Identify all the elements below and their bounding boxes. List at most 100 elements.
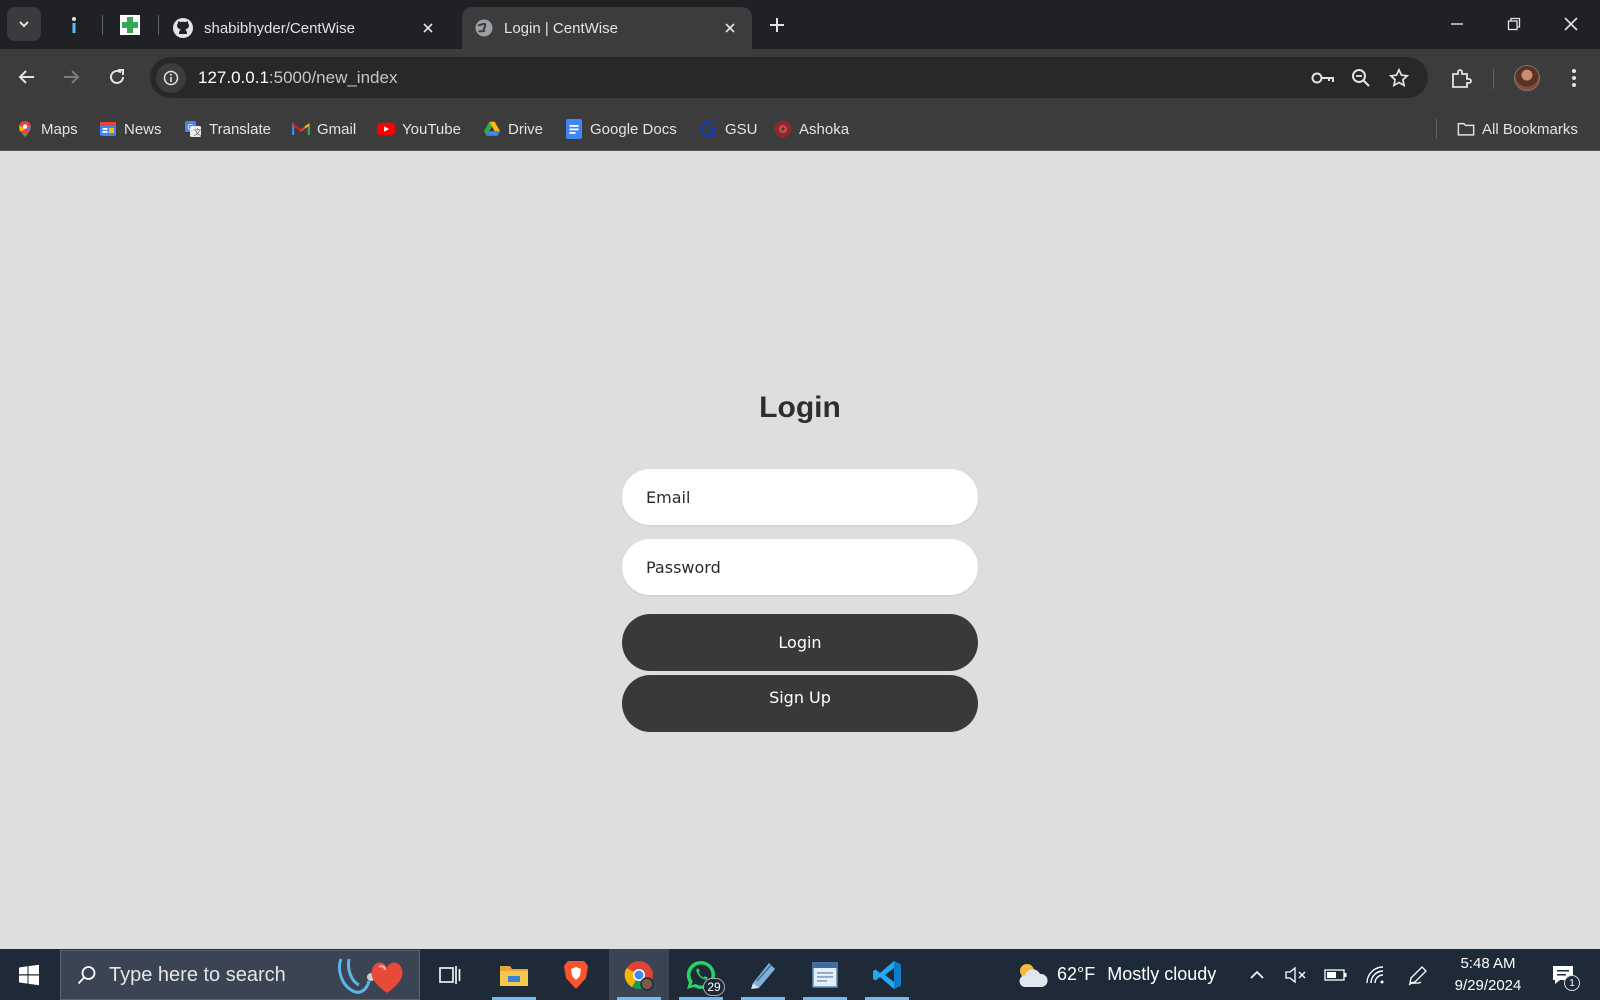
url-text[interactable]: 127.0.0.1:5000/new_index	[198, 68, 1304, 88]
password-field[interactable]	[622, 539, 978, 595]
bookmark-maps[interactable]: Maps	[16, 117, 78, 141]
info-circle-icon	[163, 70, 179, 85]
notification-count-badge: 1	[1564, 975, 1580, 991]
email-field[interactable]	[622, 469, 978, 525]
weather-description: Mostly cloudy	[1107, 964, 1217, 984]
show-hidden-icons-button[interactable]	[1243, 961, 1271, 989]
back-button[interactable]	[10, 60, 44, 94]
task-view-button[interactable]	[420, 949, 480, 1000]
chrome-icon	[624, 960, 654, 991]
stethoscope-heart-icon	[338, 958, 403, 994]
bookmark-label: News	[124, 120, 162, 138]
forward-button[interactable]	[54, 60, 88, 94]
volume-button[interactable]	[1282, 961, 1310, 989]
site-info-button[interactable]	[156, 62, 186, 93]
restore-icon	[1507, 17, 1521, 31]
pinned-tab-1[interactable]	[60, 10, 88, 40]
green-plus-icon	[120, 15, 140, 35]
vscode-icon	[873, 960, 901, 989]
taskbar-clock[interactable]: 5:48 AM 9/29/2024	[1438, 953, 1538, 997]
signup-button[interactable]: Sign Up	[622, 675, 978, 732]
all-bookmarks-button[interactable]: All Bookmarks	[1457, 117, 1578, 141]
bookmark-translate[interactable]: G文 Translate	[184, 117, 271, 141]
bookmarks-bar: Maps News G文 Translate Gmail YouTube Dri…	[0, 107, 1600, 151]
bookmark-star-button[interactable]	[1380, 62, 1418, 94]
url-path: :5000/new_index	[268, 67, 398, 87]
network-button[interactable]	[1362, 961, 1390, 989]
zoom-button[interactable]	[1342, 62, 1380, 94]
taskbar-file-explorer[interactable]	[484, 949, 544, 1000]
bookmark-gsu[interactable]: GSU	[700, 117, 758, 141]
key-icon	[1311, 72, 1334, 83]
minimize-icon	[1451, 23, 1463, 25]
bookmark-youtube[interactable]: YouTube	[377, 117, 461, 141]
star-icon	[1389, 67, 1409, 87]
taskbar-search-box[interactable]: Type here to search	[60, 950, 420, 1000]
profile-avatar[interactable]	[1514, 65, 1540, 91]
bookmark-drive[interactable]: Drive	[483, 117, 543, 141]
page-content: Login Login Sign Up	[0, 151, 1600, 949]
all-bookmarks-label: All Bookmarks	[1482, 120, 1578, 138]
tab-search-button[interactable]	[7, 7, 41, 41]
taskbar-app-document[interactable]	[795, 949, 855, 1000]
kebab-menu-icon	[1572, 69, 1576, 87]
weather-temperature: 62°F	[1057, 964, 1096, 984]
folder-icon	[1457, 120, 1475, 138]
tab-github[interactable]: shabibhyder/CentWise	[160, 7, 450, 49]
docs-icon	[565, 119, 583, 139]
battery-button[interactable]	[1322, 961, 1350, 989]
translate-icon: G文	[184, 120, 202, 138]
bookmark-label: GSU	[725, 120, 758, 138]
start-button[interactable]	[0, 949, 58, 1000]
browser-menu-button[interactable]	[1557, 61, 1591, 95]
taskbar-whatsapp[interactable]: 29	[671, 949, 731, 1000]
tab-title: shabibhyder/CentWise	[204, 19, 355, 37]
taskbar-chrome[interactable]	[609, 949, 669, 1000]
search-icon	[77, 966, 96, 985]
back-arrow-icon	[18, 70, 34, 84]
new-tab-button[interactable]	[762, 12, 792, 38]
extensions-button[interactable]	[1444, 61, 1478, 95]
taskbar-brave[interactable]	[546, 949, 606, 1000]
bookmark-ashoka[interactable]: Ashoka	[774, 117, 849, 141]
close-icon	[1564, 17, 1578, 31]
restore-button[interactable]	[1492, 8, 1536, 40]
page-title: Login	[759, 391, 841, 424]
bookmark-label: Ashoka	[799, 120, 850, 138]
info-i-icon	[72, 17, 76, 33]
tab-title: Login | CentWise	[504, 19, 618, 37]
bookmark-label: Translate	[209, 120, 271, 138]
bookmark-google-docs[interactable]: Google Docs	[565, 117, 677, 141]
minimize-button[interactable]	[1435, 8, 1479, 40]
gmail-icon	[292, 120, 310, 138]
reload-button[interactable]	[100, 60, 134, 94]
bookmark-gmail[interactable]: Gmail	[292, 117, 356, 141]
folder-icon	[500, 965, 528, 986]
search-placeholder: Type here to search	[109, 963, 286, 986]
puzzle-icon	[1452, 69, 1472, 88]
close-window-button[interactable]	[1549, 8, 1593, 40]
weather-widget[interactable]: 62°F Mostly cloudy	[1015, 949, 1216, 1000]
address-bar[interactable]: 127.0.0.1:5000/new_index	[150, 57, 1428, 98]
taskbar-vscode[interactable]	[857, 949, 917, 1000]
tab-login-centwise[interactable]: Login | CentWise	[462, 7, 752, 49]
bookmark-news[interactable]: News	[99, 117, 162, 141]
bookmark-label: Drive	[508, 120, 544, 138]
login-button[interactable]: Login	[622, 614, 978, 671]
browser-toolbar: 127.0.0.1:5000/new_index	[0, 49, 1600, 107]
bookmark-label: YouTube	[402, 120, 461, 138]
action-center-button[interactable]: 1	[1546, 959, 1580, 991]
drive-icon	[483, 120, 501, 138]
clock-date: 9/29/2024	[1454, 977, 1522, 994]
taskbar-app-pen[interactable]	[733, 949, 793, 1000]
pinned-tab-2[interactable]	[116, 10, 144, 40]
close-tab-icon[interactable]	[418, 18, 438, 38]
notebook-pen-icon	[751, 962, 775, 989]
password-key-button[interactable]	[1304, 62, 1342, 94]
pen-menu-button[interactable]	[1404, 961, 1432, 989]
maps-icon	[16, 120, 34, 138]
close-tab-icon[interactable]	[720, 18, 740, 38]
brave-lion-icon	[564, 960, 588, 989]
chevron-down-icon	[19, 21, 29, 28]
volume-muted-icon	[1285, 966, 1306, 984]
